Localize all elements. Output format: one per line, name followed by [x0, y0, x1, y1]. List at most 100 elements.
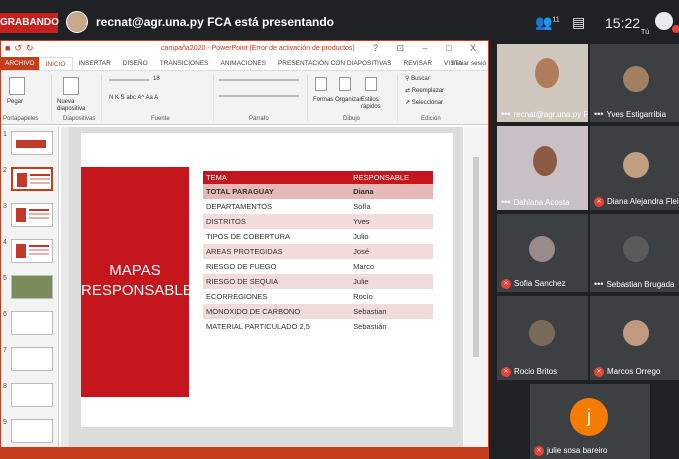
table-row: DISTRITOS Yves — [203, 214, 433, 229]
tab-revisar[interactable]: REVISAR — [398, 57, 439, 70]
participant-tile[interactable]: ✕ Sofia Sanchez — [497, 214, 588, 292]
cell-tema: MATERIAL PARTICULADO 2,5 — [203, 319, 351, 334]
participant-name: ✕ julie sosa bareiro — [534, 446, 607, 456]
shapes-icon[interactable] — [315, 77, 327, 91]
participant-tile[interactable]: ••• Dahiana Acosta — [497, 126, 588, 210]
slide-thumb[interactable] — [11, 347, 53, 371]
participant-avatar — [529, 320, 555, 346]
chat-icon: ▤ — [572, 14, 586, 30]
participant-tile[interactable]: ••• recnat@agr.una.py F... — [497, 44, 588, 122]
participant-video — [535, 58, 559, 88]
participant-name: ✕ Marcos Orrego — [594, 367, 660, 377]
thumb-content — [29, 209, 49, 211]
chat-button[interactable]: ▤ — [572, 14, 585, 31]
self-label: Tú — [641, 29, 650, 36]
tab-insertar[interactable]: INSERTAR — [73, 57, 117, 70]
responsibility-table[interactable]: TEMA RESPONSABLE TOTAL PARAGUAY Diana DEP… — [203, 171, 433, 334]
table-row: MATERIAL PARTICULADO 2,5 Sebastián — [203, 319, 433, 334]
paragraph-tools[interactable] — [219, 79, 299, 81]
select-button[interactable]: ↗ Seleccionar — [405, 99, 443, 106]
participant-name: ••• Sebastian Brugada — [594, 279, 675, 289]
group-font: Fuente — [151, 116, 170, 122]
participant-tile[interactable]: ✕ Marcos Orrego — [590, 296, 679, 380]
presenting-text: recnat@agr.una.py FCA está presentando — [96, 15, 334, 29]
tab-animaciones[interactable]: ANIMACIONES — [214, 57, 272, 70]
self-avatar[interactable] — [655, 12, 673, 30]
new-slide-button[interactable]: Nueva diapositiva — [57, 99, 87, 113]
cell-responsable: Julio — [350, 229, 433, 244]
tab-presentacion[interactable]: PRESENTACIÓN CON DIAPOSITIVAS — [272, 57, 398, 70]
quick-styles-button[interactable]: Estilos rápidos — [361, 97, 387, 111]
thumb-content — [29, 245, 49, 247]
styles-icon[interactable] — [365, 77, 377, 91]
participant-tile[interactable]: ✕Diana Alejandra Fleit... — [590, 126, 679, 210]
participant-name: ••• recnat@agr.una.py F... — [501, 109, 588, 119]
participant-name: ✕Diana Alejandra Fleit... — [594, 197, 679, 207]
paste-button[interactable]: Pegar — [7, 99, 23, 105]
group-editing: Edición — [421, 116, 441, 122]
arrange-button[interactable]: Organizar — [335, 97, 361, 103]
thumb-number: 5 — [3, 275, 7, 282]
replace-button[interactable]: ⇄ Reemplazar — [405, 87, 444, 94]
participant-tile[interactable]: ✕ Rocio Britos — [497, 296, 588, 380]
signin-link[interactable]: Iniciar sesió — [452, 60, 486, 67]
slide-thumb[interactable] — [11, 239, 53, 263]
more-options-icon: ••• — [594, 279, 604, 289]
slide-thumb[interactable] — [11, 275, 53, 299]
slide-scrollbar[interactable] — [464, 127, 488, 447]
tab-transiciones[interactable]: TRANSICIONES — [154, 57, 215, 70]
slide-title: MAPAS RESPONSABLES — [81, 262, 203, 299]
ribbon-separator — [51, 75, 52, 121]
clock: 15:22 — [605, 15, 641, 31]
participant-name-label: Yves Estigarribia — [606, 110, 667, 119]
slide-thumb[interactable] — [11, 311, 53, 335]
table-row: RIESGO DE SEQUIA Julie — [203, 274, 433, 289]
presenter-avatar — [66, 11, 88, 33]
participant-name-label: Rocio Britos — [514, 367, 558, 377]
table-header-row: TEMA RESPONSABLE — [203, 171, 433, 184]
find-button[interactable]: ⚲ Buscar — [405, 75, 430, 82]
thumbnail-scrollbar[interactable] — [61, 127, 69, 447]
group-paragraph: Párrafo — [249, 116, 269, 122]
participant-tile[interactable]: ••• Yves Estigarribia — [590, 44, 679, 122]
mic-off-icon: ✕ — [501, 279, 511, 289]
table-row: TIPOS DE COBERTURA Julio — [203, 229, 433, 244]
window-controls[interactable]: ? ⊡ – □ X — [373, 43, 484, 54]
thumb-content — [30, 174, 50, 176]
tab-inicio[interactable]: INICIO — [38, 57, 73, 70]
find-label: Buscar — [411, 76, 430, 82]
tab-archivo[interactable]: ARCHIVO — [1, 57, 39, 70]
participant-name-label: recnat@agr.una.py F... — [513, 110, 588, 119]
participants-button[interactable]: 👥11 — [535, 14, 560, 31]
slide-thumb[interactable] — [11, 419, 53, 443]
shapes-button[interactable]: Formas — [313, 97, 333, 103]
title-box[interactable]: MAPAS RESPONSABLES — [81, 167, 203, 397]
thumb-content — [16, 208, 26, 222]
slide-thumb[interactable] — [11, 131, 53, 155]
alignment-tools[interactable] — [219, 95, 299, 97]
new-slide-icon[interactable] — [63, 77, 79, 95]
participants-count: 11 — [552, 16, 560, 24]
slide-canvas: MAPAS RESPONSABLES TEMA RESPONSABLE TOTA… — [69, 127, 463, 447]
thumb-number: 4 — [3, 239, 7, 246]
slide-thumb-selected[interactable] — [11, 167, 53, 191]
cell-tema: RIESGO DE FUEGO — [203, 259, 351, 274]
more-options-icon: ••• — [501, 197, 511, 207]
participant-avatar — [529, 236, 555, 262]
font-format-tools[interactable]: N K S abc A^ Aa A — [109, 95, 158, 101]
paste-icon[interactable] — [9, 77, 25, 95]
participant-tile[interactable]: ••• Sebastian Brugada — [590, 214, 679, 292]
cell-responsable: Yves — [350, 214, 433, 229]
column-header-tema: TEMA — [203, 171, 351, 184]
font-size-box[interactable]: 18 — [153, 76, 160, 82]
slide-thumb[interactable] — [11, 383, 53, 407]
tab-diseno[interactable]: DISEÑO — [117, 57, 154, 70]
table-row: RIESGO DE FUEGO Marco — [203, 259, 433, 274]
self-status-dot — [672, 25, 679, 33]
quick-access-toolbar[interactable]: ■↺↻ — [5, 43, 38, 54]
scrollbar-thumb[interactable] — [473, 157, 479, 357]
font-name-box[interactable] — [109, 79, 149, 81]
slide-thumb[interactable] — [11, 203, 53, 227]
arrange-icon[interactable] — [339, 77, 351, 91]
cell-responsable: José — [350, 244, 433, 259]
